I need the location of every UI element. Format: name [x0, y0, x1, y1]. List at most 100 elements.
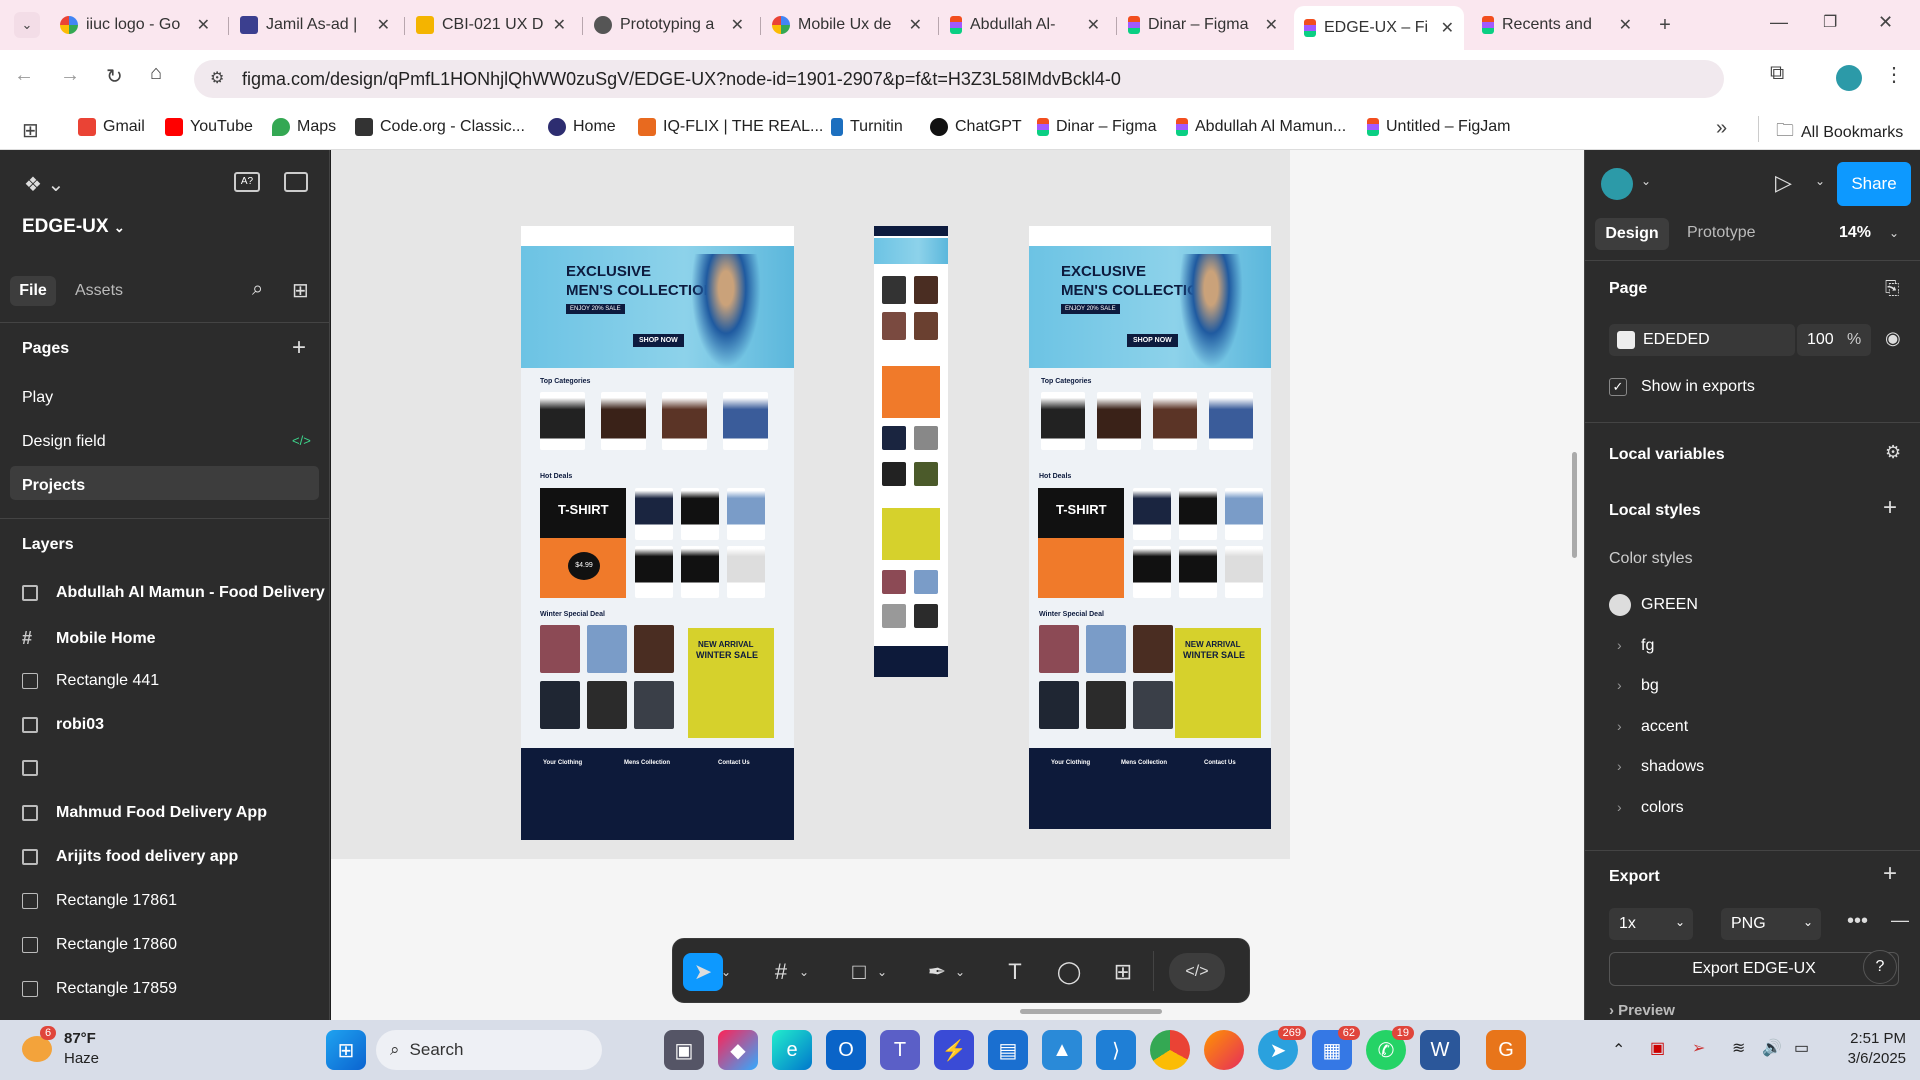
tshirt-promo[interactable]: T-SHIRT $4.99: [540, 488, 626, 598]
tab-search-icon[interactable]: ⌄: [14, 12, 40, 38]
clock-date[interactable]: 3/6/2025: [1836, 1050, 1906, 1067]
restore-icon[interactable]: ❐: [1823, 12, 1837, 32]
window-close-icon[interactable]: ✕: [1878, 12, 1893, 33]
powerautomate-icon[interactable]: ⚡: [934, 1030, 974, 1070]
desktop-frame-2[interactable]: EXCLUSIVE MEN'S COLLECTION ENJOY 20% SAL…: [1029, 226, 1271, 829]
add-page-icon[interactable]: +: [292, 334, 306, 362]
page-play[interactable]: Play: [22, 389, 53, 407]
tab-4[interactable]: Mobile Ux de ✕: [762, 8, 932, 42]
chevron-down-icon[interactable]: ⌄: [1889, 226, 1899, 240]
layer-item[interactable]: Mahmud Food Delivery App: [22, 804, 327, 822]
tray-send-icon[interactable]: ➢: [1692, 1038, 1705, 1058]
help-icon[interactable]: ?: [1863, 950, 1897, 984]
product-card[interactable]: [634, 681, 674, 729]
address-bar[interactable]: ⚙ figma.com/design/qPmfL1HONhjlQhWW0zuSg…: [194, 60, 1724, 98]
layer-item[interactable]: robi03: [22, 716, 327, 734]
teams-icon[interactable]: T: [880, 1030, 920, 1070]
variables-settings-icon[interactable]: ⚙: [1885, 442, 1901, 463]
eye-icon[interactable]: ◉: [1885, 328, 1901, 349]
close-icon[interactable]: ✕: [377, 15, 390, 35]
apps-grid-icon[interactable]: ⊞: [22, 118, 39, 143]
actions-tool-icon[interactable]: ⊞: [1103, 953, 1143, 991]
show-exports-checkbox[interactable]: ✓: [1609, 378, 1627, 396]
green-swatch[interactable]: [1609, 594, 1631, 616]
chevron-down-icon[interactable]: ⌄: [873, 953, 891, 991]
product-card[interactable]: [587, 625, 627, 673]
close-icon[interactable]: ✕: [1441, 18, 1454, 38]
style-group[interactable]: bg: [1641, 677, 1659, 695]
category-card[interactable]: [540, 392, 585, 450]
color-swatch[interactable]: [1617, 331, 1635, 349]
page-settings-icon[interactable]: ⎘: [1885, 278, 1899, 299]
vertical-scrollbar[interactable]: [1572, 452, 1577, 558]
tab-3[interactable]: Prototyping a ✕: [584, 8, 754, 42]
export-format-select[interactable]: PNG ⌄: [1721, 908, 1821, 940]
chevron-down-icon[interactable]: ⌄: [1815, 174, 1825, 188]
tab-file[interactable]: File: [10, 276, 56, 306]
wifi-icon[interactable]: ≋: [1732, 1038, 1745, 1058]
tray-expand-icon[interactable]: ⌃: [1612, 1040, 1625, 1060]
tab-0[interactable]: iiuc logo - Go ✕: [50, 8, 220, 42]
desktop-frame-1[interactable]: EXCLUSIVE MEN'S COLLECTION ENJOY 20% SAL…: [521, 226, 794, 840]
remove-export-icon[interactable]: —: [1891, 910, 1909, 931]
figma-menu-icon[interactable]: ❖ ⌄: [24, 172, 64, 197]
taskbar-search[interactable]: ⌕ Search: [376, 1030, 602, 1070]
outlook-icon[interactable]: O: [826, 1030, 866, 1070]
page-design-field[interactable]: Design field: [22, 433, 106, 451]
user-avatar[interactable]: [1601, 168, 1633, 200]
teams-classic-icon[interactable]: ▦ 62: [1312, 1026, 1360, 1070]
tab-5[interactable]: Abdullah Al- ✕: [940, 8, 1110, 42]
add-style-icon[interactable]: +: [1883, 494, 1897, 522]
shop-now-button[interactable]: SHOP NOW: [633, 334, 684, 347]
bookmark-abdullah[interactable]: Abdullah Al Mamun...: [1176, 118, 1346, 136]
bookmark-codeorg[interactable]: Code.org - Classic...: [355, 118, 525, 136]
product-card[interactable]: [540, 625, 580, 673]
more-bookmarks-icon[interactable]: »: [1716, 117, 1727, 140]
chevron-down-icon[interactable]: ⌄: [1641, 174, 1651, 188]
extensions-icon[interactable]: ⧉: [1770, 62, 1784, 85]
style-group[interactable]: accent: [1641, 718, 1688, 736]
close-icon[interactable]: ✕: [1619, 15, 1632, 35]
firefox-icon[interactable]: [1204, 1030, 1244, 1070]
shop-now-button[interactable]: SHOP NOW: [1127, 334, 1178, 347]
style-group[interactable]: colors: [1641, 799, 1684, 817]
telegram-icon[interactable]: ➤ 269: [1258, 1026, 1306, 1070]
style-group[interactable]: fg: [1641, 637, 1654, 655]
product-card[interactable]: [681, 546, 719, 598]
sidebar-toggle-icon[interactable]: [284, 172, 308, 192]
ai-icon[interactable]: A?: [234, 172, 260, 192]
profile-avatar[interactable]: [1836, 65, 1862, 91]
word-icon[interactable]: W: [1420, 1030, 1460, 1070]
site-info-icon[interactable]: ⚙: [210, 68, 224, 88]
bookmark-dinar[interactable]: Dinar – Figma: [1037, 118, 1156, 136]
chevron-right-icon[interactable]: ›: [1617, 637, 1622, 653]
page-projects[interactable]: Projects: [22, 477, 85, 495]
close-icon[interactable]: ✕: [909, 15, 922, 35]
layer-item[interactable]: Abdullah Al Mamun - Food Delivery A: [22, 584, 327, 602]
tab-design[interactable]: Design: [1595, 218, 1669, 250]
chevron-down-icon[interactable]: ⌄: [795, 953, 813, 991]
dev-mode-toggle-icon[interactable]: </>: [1169, 953, 1225, 991]
tab-8[interactable]: Recents and ✕: [1472, 8, 1642, 42]
edge-icon[interactable]: e: [772, 1030, 812, 1070]
bookmark-figjam[interactable]: Untitled – FigJam: [1367, 118, 1511, 136]
chevron-down-icon[interactable]: ⌄: [717, 953, 735, 991]
text-tool-icon[interactable]: T: [995, 953, 1035, 991]
product-card[interactable]: [587, 681, 627, 729]
chevron-right-icon[interactable]: ›: [1617, 758, 1622, 774]
battery-icon[interactable]: ▭: [1794, 1038, 1809, 1058]
layer-item[interactable]: Arijits food delivery app: [22, 848, 327, 866]
bookmark-maps[interactable]: Maps: [272, 118, 336, 136]
layer-item[interactable]: Rectangle 17860: [22, 936, 327, 954]
bookmark-iqflix[interactable]: IQ-FLIX | THE REAL...: [638, 118, 823, 136]
tab-7-active[interactable]: EDGE-UX – Fi ✕: [1294, 6, 1464, 50]
product-card[interactable]: [681, 488, 719, 540]
close-icon[interactable]: ✕: [197, 15, 210, 35]
style-group[interactable]: shadows: [1641, 758, 1704, 776]
chevron-right-icon[interactable]: ›: [1617, 799, 1622, 815]
product-card[interactable]: [540, 681, 580, 729]
more-options-icon[interactable]: •••: [1847, 910, 1868, 933]
layer-item[interactable]: [22, 760, 327, 776]
category-card[interactable]: [601, 392, 646, 450]
clock-time[interactable]: 2:51 PM: [1836, 1030, 1906, 1047]
